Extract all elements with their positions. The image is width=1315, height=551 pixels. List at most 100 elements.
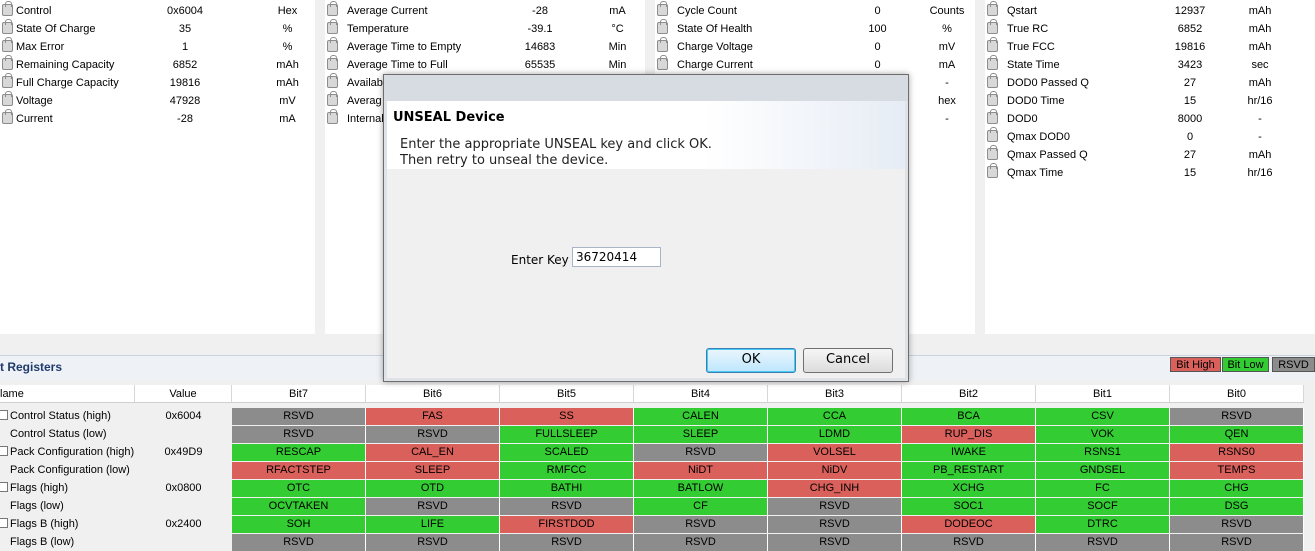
column-header[interactable]: lame: [0, 385, 135, 403]
bit-cell: RSNS0: [1170, 444, 1304, 461]
bit-cell: NiDV: [768, 462, 902, 479]
header-gradient: [705, 101, 905, 169]
gauge-value: -28: [532, 5, 548, 17]
gauge-name: Qmax DOD0: [1007, 131, 1070, 143]
gauge-name: Average Time to Full: [347, 59, 448, 71]
bit-cell: OCVTAKEN: [232, 498, 366, 515]
cancel-button[interactable]: Cancel: [803, 348, 893, 373]
bit-cell: SCALED: [500, 444, 634, 461]
gauge-unit: hex: [938, 95, 956, 107]
gauge-value: 6852: [172, 59, 198, 71]
register-row: Control Status (high) 0x6004 RSVD FAS SS CALE…: [0, 407, 1315, 425]
gauge-row: State Of Charge 35%: [0, 19, 315, 38]
column-header[interactable]: Bit5: [500, 385, 634, 403]
bit-cell: BATHI: [500, 480, 634, 497]
gauge-value: 0: [874, 41, 881, 53]
gauge-unit: %: [282, 41, 293, 53]
gauge-row: Remaining Capacity 6852 mAh: [0, 55, 315, 74]
gauge-unit: -: [1258, 113, 1262, 125]
register-row: Flags B (high) 0x2400 SOH LIFE FIRSTDOD RSVD R…: [0, 515, 1315, 533]
register-checkbox[interactable]: [0, 518, 8, 528]
gauge-name: Average Current: [347, 5, 428, 17]
legend-bit-high: Bit High: [1170, 357, 1221, 372]
gauge-unit: mAh: [1248, 149, 1272, 161]
gauge-unit: mAh: [276, 59, 299, 71]
gauge-unit: hr/16: [1247, 167, 1273, 179]
gauge-unit: mA: [279, 113, 296, 125]
bit-cell: RSVD: [634, 534, 768, 551]
gauge-row: Temperature -39.1 °C: [325, 19, 645, 38]
bit-cell: RSVD: [1036, 534, 1170, 551]
gauge-unit: °C: [611, 23, 624, 35]
dialog-title: UNSEAL Device: [393, 110, 505, 125]
column-header[interactable]: Bit7: [232, 385, 366, 403]
legend-rsvd: RSVD: [1272, 357, 1315, 372]
gauge-row: DOD0 Passed Q 27 mAh: [985, 73, 1315, 92]
bit-cell: RSVD: [634, 516, 768, 533]
register-value: 0x49D9: [164, 446, 203, 458]
gauge-unit: %: [282, 23, 293, 35]
gauge-unit: mA: [938, 59, 956, 71]
column-header[interactable]: Bit1: [1036, 385, 1170, 403]
gauge-value: 19816: [1174, 41, 1206, 53]
lock-icon: [2, 109, 13, 124]
register-checkbox[interactable]: [0, 410, 8, 420]
bit-cell: RSVD: [1170, 534, 1304, 551]
bit-cell: TEMPS: [1170, 462, 1304, 479]
gauge-name: Qstart: [1007, 5, 1037, 17]
gauge-unit: -: [1258, 131, 1262, 143]
dialog-body: UNSEAL Device Enter the appropriate UNSE…: [387, 101, 905, 378]
column-header[interactable]: Bit2: [902, 385, 1036, 403]
bit-cell: RSNS1: [1036, 444, 1170, 461]
gauge-unit: sec: [1251, 59, 1269, 71]
column-header[interactable]: Bit4: [634, 385, 768, 403]
lock-icon: [987, 127, 998, 142]
gauge-row: Average Time to Full 65535 Min: [325, 55, 645, 74]
register-checkbox[interactable]: [0, 482, 8, 492]
lock-icon: [2, 37, 13, 52]
gauge-value: 27: [1183, 77, 1197, 89]
lock-icon: [2, 19, 13, 34]
lock-icon: [987, 55, 998, 70]
gauge-value: 14683: [524, 41, 556, 53]
key-input[interactable]: 36720414: [572, 247, 661, 267]
bit-cell: IWAKE: [902, 444, 1036, 461]
bit-cell: CCA: [768, 408, 902, 425]
gauge-value: 47928: [169, 95, 201, 107]
bit-cell: RSVD: [902, 534, 1036, 551]
gauge-row: Full Charge Capacity 19816 mAh: [0, 73, 315, 92]
gauge-name: True FCC: [1007, 41, 1055, 53]
gauge-name: Qmax Passed Q: [1007, 149, 1088, 161]
gauge-row: Current -28 mA: [0, 109, 315, 128]
gauge-name: Internal: [347, 113, 384, 125]
column-header[interactable]: Bit6: [366, 385, 500, 403]
gauge-row: Qmax Time 15 hr/16: [985, 163, 1315, 182]
register-name: Flags B (high): [10, 518, 79, 530]
lock-icon: [327, 91, 338, 106]
register-checkbox[interactable]: [0, 446, 8, 456]
gauge-value: 15: [1183, 167, 1197, 179]
register-row: Pack Configuration (low) RFACTSTEP SLEEP RM…: [0, 461, 1315, 479]
gauge-unit: %: [942, 23, 952, 35]
gauge-name: Control: [16, 5, 52, 17]
lock-icon: [657, 19, 668, 34]
lock-icon: [657, 55, 668, 70]
register-value: 0x0800: [165, 482, 202, 494]
register-name: Pack Configuration (high): [10, 446, 135, 458]
column-header[interactable]: Value: [135, 385, 232, 403]
bit-registers-title: t Registers: [0, 360, 63, 374]
gauge-row: True FCC 19816 mAh: [985, 37, 1315, 56]
gauge-unit: Hex: [277, 5, 298, 17]
column-header[interactable]: Bit0: [1170, 385, 1304, 403]
dialog-titlebar[interactable]: [384, 75, 908, 101]
lock-icon: [657, 37, 668, 52]
gauge-row: DOD0 8000 -: [985, 109, 1315, 128]
lock-icon: [2, 91, 13, 106]
bit-cell: FULLSLEEP: [500, 426, 634, 443]
lock-icon: [2, 73, 13, 88]
ok-button[interactable]: OK: [706, 348, 796, 373]
column-header[interactable]: Bit3: [768, 385, 902, 403]
key-label: Enter Key: [511, 253, 569, 267]
gauge-name: State Of Health: [677, 23, 753, 35]
lock-icon: [2, 55, 13, 70]
